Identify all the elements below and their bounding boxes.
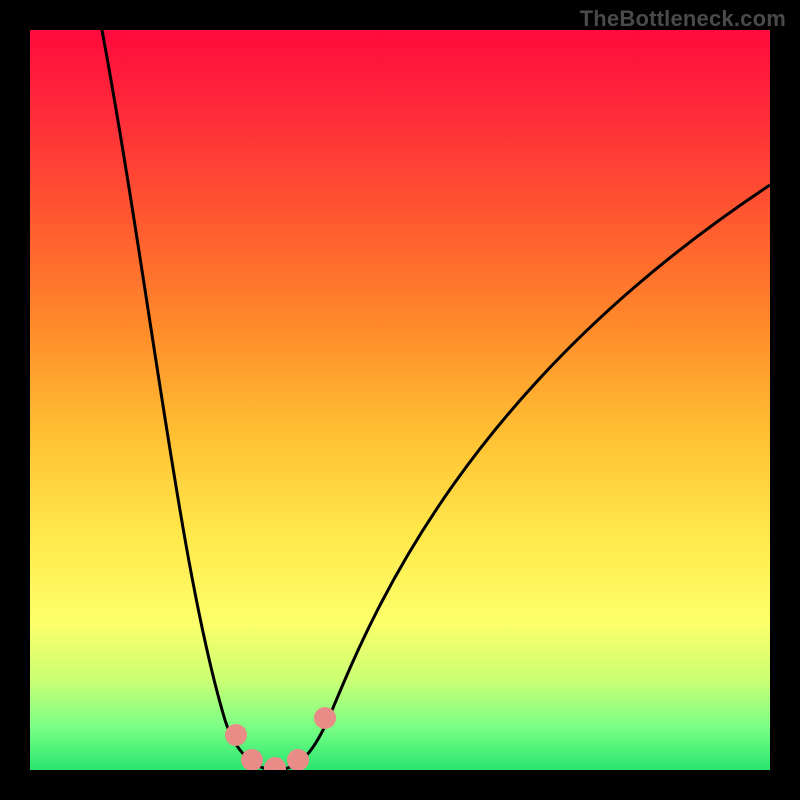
marker-1: [225, 724, 247, 746]
bottleneck-curve: [102, 30, 770, 770]
marker-2: [241, 749, 263, 770]
curve-layer: [30, 30, 770, 770]
marker-3: [264, 757, 286, 770]
watermark-text: TheBottleneck.com: [580, 6, 786, 32]
marker-5: [314, 707, 336, 729]
gradient-plot-area: [30, 30, 770, 770]
chart-stage: TheBottleneck.com: [0, 0, 800, 800]
marker-4: [287, 749, 309, 770]
